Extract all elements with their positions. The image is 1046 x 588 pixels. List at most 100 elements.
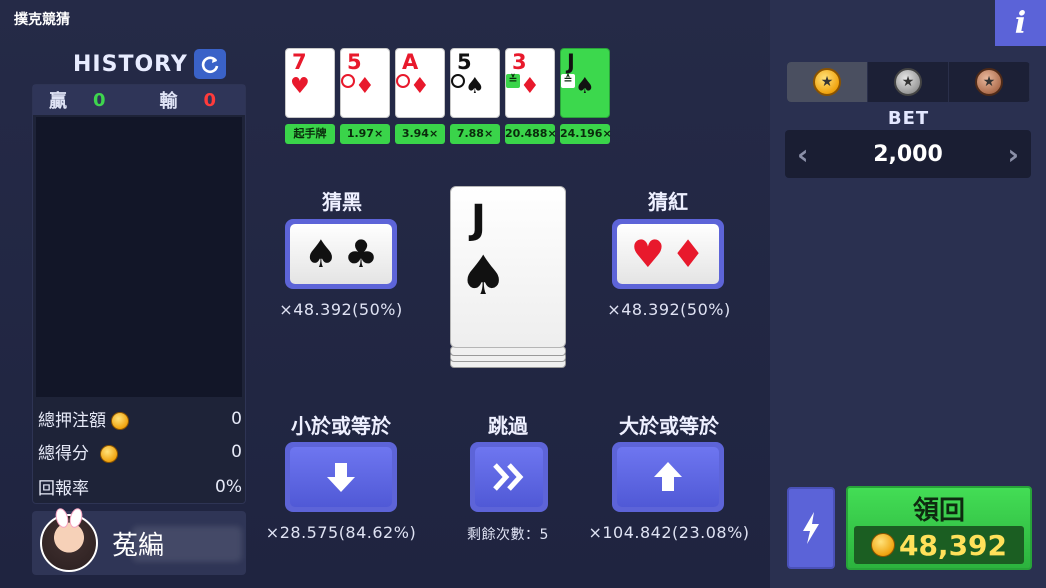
double-chevron-right-icon — [493, 463, 524, 491]
multiplier-tag: 1.97× — [340, 124, 390, 144]
name-blur — [132, 526, 242, 562]
collect-amount-box: 48,392 — [854, 526, 1024, 564]
stat-label: 總押注額 — [38, 411, 106, 431]
info-icon: i — [1014, 5, 1027, 41]
refresh-button[interactable] — [193, 49, 226, 79]
card-suit: ♠ — [465, 74, 485, 99]
stat-total-score: 總得分 0 — [38, 439, 242, 465]
card-suit: ♠ — [575, 74, 595, 99]
app-title: 撲克競猜 — [14, 12, 70, 28]
stat-label: 回報率 — [38, 479, 89, 499]
stat-label: 總得分 — [38, 444, 89, 464]
history-card: 3 ≚ ♦ — [505, 48, 555, 118]
coin-icon — [99, 445, 118, 463]
history-title: HISTORY — [73, 51, 188, 77]
bet-label: BET — [887, 108, 930, 129]
silver-coin-icon: ★ — [894, 68, 922, 96]
arrow-down-icon — [327, 463, 355, 492]
history-card: 5 ♠ — [450, 48, 500, 118]
multiplier-tag: 3.94× — [395, 124, 445, 144]
current-card: J ♠ — [450, 186, 566, 348]
coin-type-tabs: ★ ★ ★ — [787, 62, 1030, 102]
result-mark: ≙ — [561, 74, 575, 88]
auto-button[interactable] — [787, 487, 835, 569]
stat-value: 0 — [231, 441, 242, 462]
coin-icon — [111, 412, 130, 430]
card-rank: 3 — [512, 50, 527, 74]
card-rank: J — [567, 50, 575, 74]
bronze-coin-icon: ★ — [975, 68, 1003, 96]
refresh-icon — [201, 56, 219, 74]
guess-higher-button[interactable] — [612, 442, 724, 512]
card-suit: ♦ — [410, 74, 430, 99]
guess-lower-multiplier: ×28.575(84.62%) — [265, 523, 417, 542]
guess-lower-label: 小於或等於 — [291, 414, 391, 438]
heart-icon: ♥ — [630, 232, 665, 276]
coin-tab-bronze[interactable]: ★ — [949, 62, 1030, 102]
bet-selector: ‹ 2,000 › — [785, 130, 1031, 178]
chevron-left-icon[interactable]: ‹ — [797, 138, 809, 171]
collect-label: 領回 — [912, 496, 965, 526]
guess-higher-label: 大於或等於 — [619, 414, 719, 438]
multiplier-tag: 7.88× — [450, 124, 500, 144]
result-mark: ≚ — [506, 74, 520, 88]
card-suit: ♦ — [355, 74, 375, 99]
player-info: 菟編 — [32, 511, 246, 575]
result-mark — [451, 74, 465, 88]
arrow-up-icon — [654, 462, 682, 491]
stat-value: 0% — [215, 476, 242, 497]
multiplier-tag: 24.196× — [560, 124, 612, 144]
guess-red-button[interactable]: ♥ ♦ — [612, 219, 724, 289]
card-rank: 5 — [347, 50, 362, 74]
current-card-suit: ♠ — [459, 244, 508, 307]
win-count: 0 — [93, 89, 106, 111]
history-card: 7 ♥ — [285, 48, 335, 118]
card-rank: 7 — [292, 50, 307, 74]
avatar[interactable] — [40, 514, 98, 572]
multiplier-tag: 起手牌 — [285, 124, 335, 144]
chevron-right-icon[interactable]: › — [1007, 138, 1019, 171]
guess-black-button[interactable]: ♠ ♣ — [285, 219, 397, 289]
card-rank: A — [402, 50, 419, 74]
diamond-icon: ♦ — [671, 232, 706, 276]
guess-red-multiplier: ×48.392(50%) — [607, 300, 731, 319]
card-rank: 5 — [457, 50, 472, 74]
gold-coin-icon: ★ — [813, 68, 841, 96]
guess-black-label: 猜黑 — [322, 190, 362, 214]
skip-label: 跳過 — [488, 414, 528, 438]
stat-total-bet: 總押注額 0 — [38, 406, 242, 432]
guess-higher-multiplier: ×104.842(23.08%) — [588, 523, 750, 542]
coin-icon — [870, 533, 895, 557]
stat-return-rate: 回報率 0% — [38, 474, 242, 500]
lose-label: 輸 — [159, 91, 178, 112]
info-button[interactable]: i — [995, 0, 1046, 46]
collect-amount: 48,392 — [898, 528, 1008, 562]
skip-remaining: 剩餘次數：5 — [467, 527, 549, 543]
coin-tab-gold[interactable]: ★ — [787, 62, 868, 102]
collect-button[interactable]: 領回 48,392 — [846, 486, 1032, 570]
card-suit: ♥ — [290, 74, 310, 99]
spade-icon: ♠ — [303, 232, 338, 276]
history-header: HISTORY — [73, 49, 226, 79]
result-mark — [341, 74, 355, 88]
history-card-current: J ≙ ♠ — [560, 48, 610, 118]
result-mark — [396, 74, 410, 88]
coin-tab-silver[interactable]: ★ — [868, 62, 949, 102]
lightning-icon — [803, 512, 819, 544]
stat-value: 0 — [231, 408, 242, 429]
win-label: 贏 — [49, 91, 67, 112]
club-icon: ♣ — [344, 232, 379, 276]
current-card-rank: J — [471, 197, 486, 243]
card-suit: ♦ — [520, 74, 540, 99]
bet-value: 2,000 — [873, 141, 943, 167]
history-card: 5 ♦ — [340, 48, 390, 118]
history-list[interactable] — [36, 117, 242, 397]
guess-black-multiplier: ×48.392(50%) — [279, 300, 403, 319]
lose-count: 0 — [203, 89, 217, 111]
history-card: A ♦ — [395, 48, 445, 118]
multiplier-tag: 20.488× — [505, 124, 557, 144]
guess-red-label: 猜紅 — [648, 190, 688, 214]
skip-button[interactable] — [470, 442, 548, 512]
guess-lower-button[interactable] — [285, 442, 397, 512]
win-lose-bar: 贏 0 輸 0 — [33, 85, 245, 115]
